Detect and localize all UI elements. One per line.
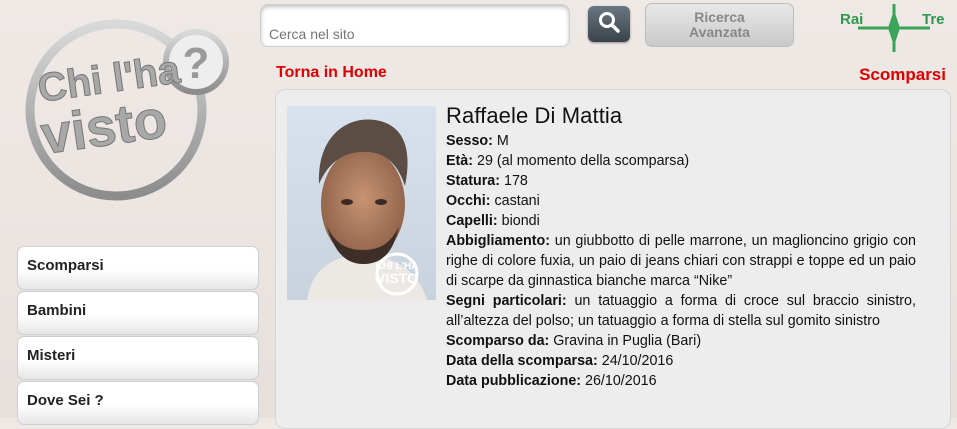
advanced-search-label-1: Ricerca <box>694 9 745 25</box>
field-eta: Età: 29 (al momento della scomparsa) <box>446 151 916 171</box>
person-photo: CHI L'HA VISTO <box>287 106 436 300</box>
field-abbigliamento: Abbigliamento: un giubbotto di pelle mar… <box>446 231 916 291</box>
field-value: biondi <box>501 213 540 229</box>
field-label: Segni particolari: <box>446 293 567 309</box>
advanced-search-button[interactable]: Ricerca Avanzata <box>645 3 794 47</box>
field-value: 29 (al momento della scomparsa) <box>477 153 690 169</box>
person-info: Raffaele Di Mattia Sesso: M Età: 29 (al … <box>446 102 916 391</box>
rai-text: Rai <box>840 11 863 28</box>
sidebar-item-misteri[interactable]: Misteri <box>17 336 259 380</box>
field-scomparso-da: Scomparso da: Gravina in Puglia (Bari) <box>446 331 916 351</box>
field-label: Data pubblicazione: <box>446 373 582 389</box>
field-label: Scomparso da: <box>446 333 550 349</box>
field-label: Età: <box>446 153 474 169</box>
field-label: Statura: <box>446 173 501 189</box>
person-name: Raffaele Di Mattia <box>446 103 623 128</box>
section-title: Scomparsi <box>859 65 946 84</box>
svg-text:?: ? <box>183 39 210 88</box>
sidebar-item-scomparsi[interactable]: Scomparsi <box>17 246 259 290</box>
field-statura: Statura: 178 <box>446 171 916 191</box>
field-occhi: Occhi: castani <box>446 191 916 211</box>
chi-lha-visto-logo[interactable]: ? Chi l'ha visto <box>18 14 246 204</box>
search-input[interactable] <box>267 25 561 43</box>
field-label: Occhi: <box>446 193 491 209</box>
field-value: M <box>496 133 509 149</box>
field-segni-particolari: Segni particolari: un tatuaggio a forma … <box>446 291 916 331</box>
field-data-pubblicazione: Data pubblicazione: 26/10/2016 <box>446 371 916 391</box>
sidebar-item-dove-sei[interactable]: Dove Sei ? <box>17 381 259 425</box>
home-link[interactable]: Torna in Home <box>276 64 387 82</box>
field-data-scomparsa: Data della scomparsa: 24/10/2016 <box>446 351 916 371</box>
field-label: Capelli: <box>446 213 498 229</box>
advanced-search-label-2: Avanzata <box>689 24 750 40</box>
field-value: 26/10/2016 <box>585 373 657 389</box>
field-capelli: Capelli: biondi <box>446 211 916 231</box>
sidebar-nav: Scomparsi Bambini Misteri Dove Sei ? <box>17 246 259 426</box>
search-button[interactable] <box>588 6 630 42</box>
sidebar-item-bambini[interactable]: Bambini <box>17 291 259 335</box>
field-label: Sesso: <box>446 133 493 149</box>
tre-text: Tre <box>922 11 945 28</box>
field-value: 24/10/2016 <box>601 353 674 369</box>
field-value: castani <box>494 193 540 209</box>
field-value: Gravina in Puglia (Bari) <box>553 333 702 349</box>
field-label: Abbigliamento: <box>446 233 551 249</box>
photo-watermark-2: VISTO <box>376 270 418 286</box>
field-label: Data della scomparsa: <box>446 353 598 369</box>
rai-tre-logo[interactable]: Rai Tre <box>838 2 950 54</box>
search-box <box>260 4 570 47</box>
search-icon <box>597 10 621 39</box>
field-value: 178 <box>504 173 528 189</box>
field-sesso: Sesso: M <box>446 131 916 151</box>
